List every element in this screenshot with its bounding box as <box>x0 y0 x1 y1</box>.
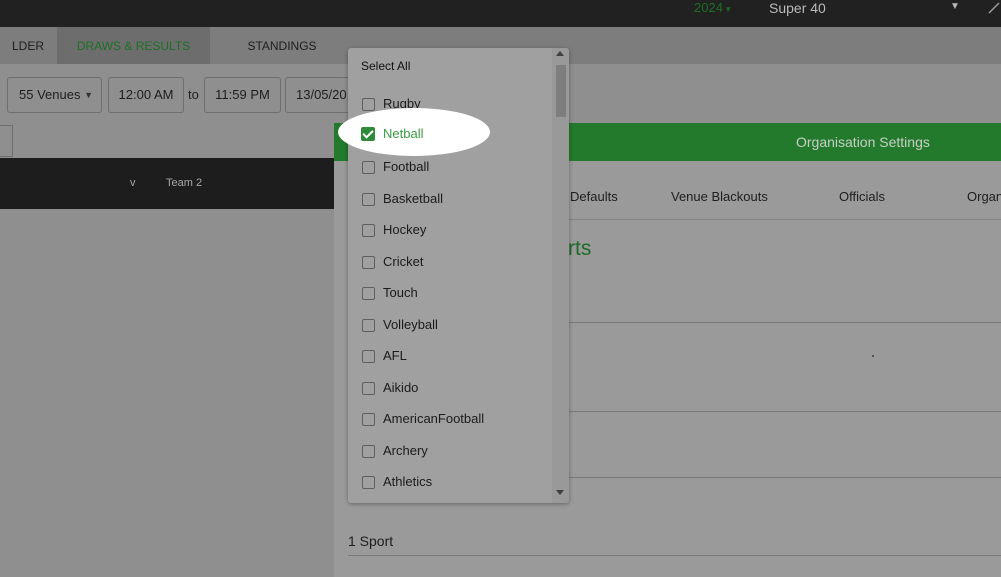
tab-venue-blackouts[interactable]: Venue Blackouts <box>671 189 768 204</box>
highlighted-option-label[interactable]: Netball <box>383 126 423 142</box>
checkbox-icon[interactable] <box>362 193 375 206</box>
checkbox-icon[interactable] <box>362 98 375 111</box>
to-label: to <box>188 87 199 102</box>
select-underline <box>348 555 1001 556</box>
tab-officials[interactable]: Officials <box>839 189 885 204</box>
tabs-divider <box>568 219 1001 220</box>
chevron-down-icon: ▼ <box>84 90 93 100</box>
draw-table-header: v Team 2 <box>0 158 334 209</box>
date-from-input[interactable]: 13/05/20 <box>285 77 355 113</box>
field-underline <box>568 477 1001 478</box>
checkbox-icon[interactable] <box>362 413 375 426</box>
checkbox-icon[interactable] <box>362 287 375 300</box>
sport-option-label: Cricket <box>383 254 424 269</box>
sport-option[interactable]: Athletics <box>361 473 551 493</box>
sport-option-label: AFL <box>383 348 407 363</box>
sport-option[interactable]: Touch <box>361 284 551 304</box>
venues-value: 55 Venues <box>19 87 81 102</box>
checkbox-icon[interactable] <box>362 476 375 489</box>
field-underline <box>568 322 1001 323</box>
sport-option[interactable]: Aikido <box>361 379 551 399</box>
venues-select[interactable]: 55 Venues ▼ <box>7 77 102 113</box>
sport-option[interactable]: Hockey <box>361 221 551 241</box>
filter-stub[interactable] <box>0 125 13 157</box>
tab-organisation[interactable]: Organ <box>967 189 1001 204</box>
sport-option[interactable]: Cricket <box>361 253 551 273</box>
chevron-down-icon: ▾ <box>725 4 731 14</box>
time-to-input[interactable]: 11:59 PM <box>204 77 281 113</box>
year-value: 2024 <box>694 0 723 15</box>
scroll-down-icon[interactable] <box>556 490 564 495</box>
edit-icon[interactable] <box>984 0 1001 14</box>
dot <box>872 355 874 357</box>
checkbox-icon[interactable] <box>362 161 375 174</box>
dropdown-scrollbar[interactable] <box>552 48 569 503</box>
sport-option-label: Athletics <box>383 474 433 489</box>
sport-option-label: Hockey <box>383 222 427 237</box>
checkbox-icon[interactable] <box>362 319 375 332</box>
scroll-up-icon[interactable] <box>556 51 564 56</box>
versus-label: v <box>130 177 136 189</box>
sport-option-label: Touch <box>383 285 418 300</box>
sport-option[interactable]: Volleyball <box>361 316 551 336</box>
field-underline <box>568 411 1001 412</box>
team2-column-header: Team 2 <box>166 177 203 189</box>
time-from-input[interactable]: 12:00 AM <box>108 77 184 113</box>
sport-option-label: Basketball <box>383 191 443 206</box>
sport-option[interactable]: AFL <box>361 347 551 367</box>
tab-draws-results[interactable]: DRAWS & RESULTS <box>57 27 210 64</box>
sport-option[interactable]: AmericanFootball <box>361 410 551 430</box>
sport-option[interactable]: Football <box>361 158 551 178</box>
sport-option-label: Football <box>383 159 430 174</box>
top-bar <box>0 0 1001 27</box>
tab-standings[interactable]: STANDINGS <box>232 27 332 64</box>
sport-option[interactable]: Archery <box>361 442 551 462</box>
select-all-option[interactable]: Select All <box>361 59 410 73</box>
panel-title: Organisation Settings <box>796 134 930 150</box>
tab-draw-builder[interactable]: LDER <box>0 27 56 64</box>
checkbox-icon[interactable] <box>362 382 375 395</box>
checkbox-icon[interactable] <box>362 256 375 269</box>
chevron-down-icon[interactable]: ▼ <box>950 1 960 12</box>
checkbox-icon[interactable] <box>362 350 375 363</box>
scroll-thumb[interactable] <box>556 65 566 117</box>
tab-defaults[interactable]: Defaults <box>570 189 618 204</box>
sport-option-label: Volleyball <box>383 317 438 332</box>
sport-option[interactable]: Basketball <box>361 190 551 210</box>
checkbox-icon[interactable] <box>362 224 375 237</box>
checkbox-checked-icon[interactable] <box>361 127 375 141</box>
checkbox-icon[interactable] <box>362 445 375 458</box>
sport-option-label: Aikido <box>383 380 419 395</box>
competition-selector[interactable]: Super 40 <box>769 0 826 18</box>
sports-heading: rts <box>568 237 592 260</box>
sport-count-select[interactable]: 1 Sport <box>348 533 393 549</box>
sport-option-label: AmericanFootball <box>383 411 485 426</box>
sport-option-label: Archery <box>383 443 428 458</box>
year-selector[interactable]: 2024 ▾ <box>694 0 730 18</box>
